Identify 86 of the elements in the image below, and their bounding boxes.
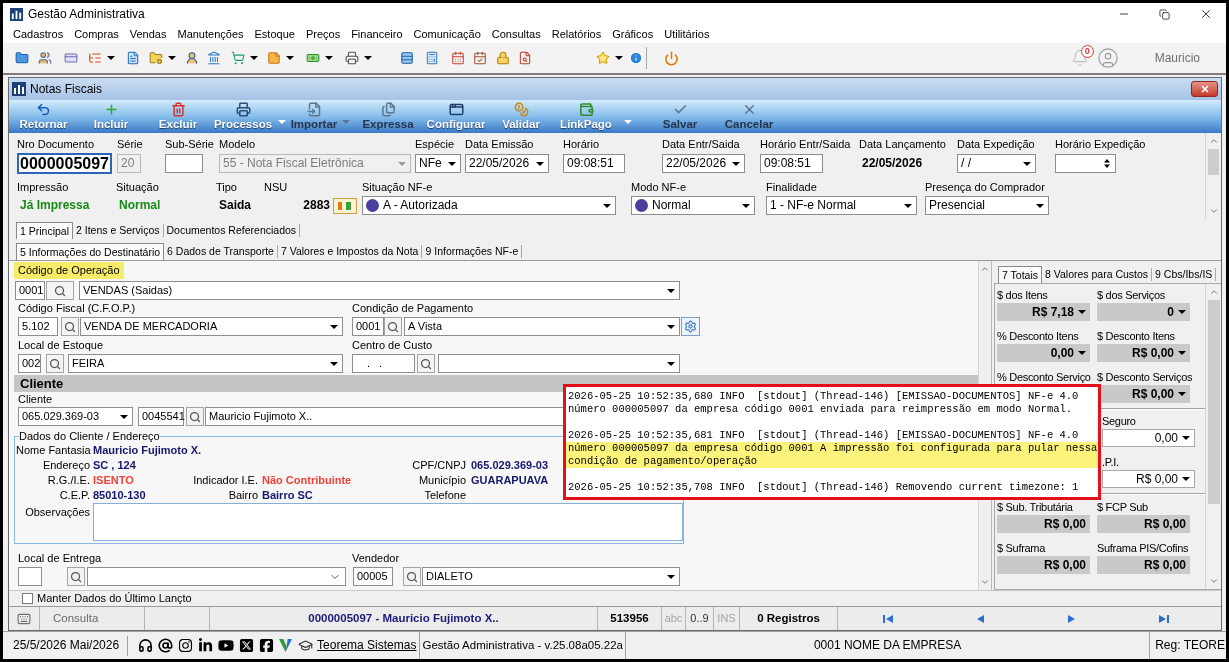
log-line: 2026-05-25 10:52:35,680 INFO [stdout] (Thread-146) [EMISSAO-DOCUMENTOS] NF-e 4.0: [567, 390, 1080, 403]
field-label: $ Desconto Serviços: [1097, 369, 1193, 384]
field-label: Tipo: [216, 180, 237, 193]
field-label: .P.I.: [1102, 454, 1119, 469]
checkbox-label: Manter Dados do Último Lançto: [37, 591, 192, 606]
field-value: Mauricio Fujimoto X.: [93, 443, 202, 458]
field-label: Data Emissão: [465, 137, 534, 150]
field-label: Modo NF-e: [631, 180, 687, 193]
field-label: CPF/CNPJ: [411, 458, 466, 473]
field-value: GUARAPUAVA: [471, 473, 549, 488]
field-label: Modelo: [219, 137, 256, 150]
field-label: Vendedor: [352, 551, 400, 565]
field-label: Presença do Comprador: [925, 180, 1045, 193]
version-text: Gestão Administrativa - v.25.08a05.22a: [422, 638, 623, 653]
group-title: Dados do Cliente / Endereço: [19, 430, 160, 443]
field-label: Local de Estoque: [18, 338, 103, 352]
field-label: Seguro: [1102, 413, 1136, 428]
status-indicator: abc: [664, 611, 683, 626]
total-field: R$ 0,00: [997, 515, 1090, 533]
status-indicator: 0..9: [690, 611, 709, 626]
window-title: Gestão Administrativa: [28, 6, 145, 22]
field-label: Espécie: [415, 137, 455, 150]
field-value: Não Contribuinte: [262, 473, 352, 488]
field-label: Série: [117, 137, 143, 150]
field-label: Situação NF-e: [362, 180, 433, 193]
field-label: Data Lançamento: [859, 137, 946, 150]
field-label: Telefone: [423, 488, 466, 503]
total-field: R$ 0,00: [1097, 515, 1190, 533]
field-label: $ dos Serviços: [1097, 287, 1165, 302]
field-label: Data Expedição: [957, 137, 1035, 150]
status-text: Saida: [218, 198, 251, 213]
nsu-number: 2883: [303, 198, 330, 213]
field-label: $ FCP Sub: [1097, 499, 1148, 514]
field-label: Bairro: [227, 488, 258, 503]
field-label: $ Suframa: [997, 540, 1046, 555]
log-line: 2026-05-25 10:52:35,708 INFO [stdout] (Thread-146) Removendo current timezone: 1: [567, 481, 1080, 494]
field-label: $ Desconto Itens: [1097, 328, 1175, 343]
field-label: Data Entr/Saida: [662, 137, 740, 150]
field-label: Observações: [24, 505, 90, 520]
field-value: 85010-130: [93, 488, 146, 503]
field-label: % Desconto Itens: [997, 328, 1079, 343]
window-title: Notas Fiscais: [30, 81, 103, 97]
field-value: SC , 124: [93, 458, 136, 473]
field-value: 22/05/2026: [861, 156, 923, 171]
field-label: Suframa PIS/Cofins: [1097, 540, 1189, 555]
field-label: Código de Operação: [14, 262, 124, 279]
field-value: Bairro SC: [262, 488, 313, 503]
registration-text: Reg: TEORE: [1154, 638, 1226, 653]
field-label: Código Fiscal (C.F.O.P.): [18, 301, 136, 315]
field-label: $ Sub. Tributária: [997, 499, 1073, 514]
field-label: C.E.P.: [58, 488, 90, 503]
status-record: 0000005097 - Mauricio Fujimoto X..: [308, 611, 499, 626]
status-mode: Consulta: [53, 611, 99, 626]
date-text: 25/5/2026 Mai/2026: [12, 638, 120, 653]
field-label: R.G./I.E.: [46, 473, 90, 488]
total-field: R$ 0,00: [997, 556, 1090, 574]
field-label: Sub-Série: [165, 137, 214, 150]
field-label: Município: [417, 473, 466, 488]
field-label: Situação: [116, 180, 159, 193]
field-label: Centro de Custo: [352, 338, 433, 352]
field-value: 065.029.369-03: [471, 458, 549, 473]
field-label: Horário Expedição: [1055, 137, 1146, 150]
status-code: 513956: [610, 611, 649, 626]
field-value: ISENTO: [93, 473, 134, 488]
field-label: Endereço: [41, 458, 90, 473]
field-label: Horário: [563, 137, 600, 150]
field-label: Impressão: [17, 180, 69, 193]
field-label: $ dos Itens: [997, 287, 1048, 302]
status-indicator: INS: [717, 611, 736, 626]
status-text: Já Impressa: [19, 198, 90, 213]
status-records: 0 Registros: [757, 611, 820, 626]
notification-badge: 0: [1080, 45, 1094, 58]
field-label: Indicador I.E.: [192, 473, 258, 488]
field-label: NSU: [264, 180, 288, 193]
status-text: Normal: [118, 198, 161, 213]
total-field: R$ 0,00: [1097, 556, 1190, 574]
field-label: Cliente: [18, 393, 53, 406]
log-line: 2026-05-25 10:52:35,681 INFO [stdout] (Thread-146) [EMISSAO-DOCUMENTOS] NF-e 4.0: [567, 429, 1080, 442]
field-label: Local de Entrega: [18, 551, 102, 565]
field-label: Finalidade: [766, 180, 817, 193]
field-label: Nro Documento: [17, 137, 95, 150]
user-name: Mauricio: [1154, 50, 1200, 66]
company-name: 0001 NOME DA EMPRESA: [813, 638, 962, 653]
field-label: Horário Entr/Saida: [760, 137, 851, 150]
field-label: Condição de Pagamento: [352, 301, 474, 315]
field-label: Nome Fantasia: [16, 443, 90, 458]
